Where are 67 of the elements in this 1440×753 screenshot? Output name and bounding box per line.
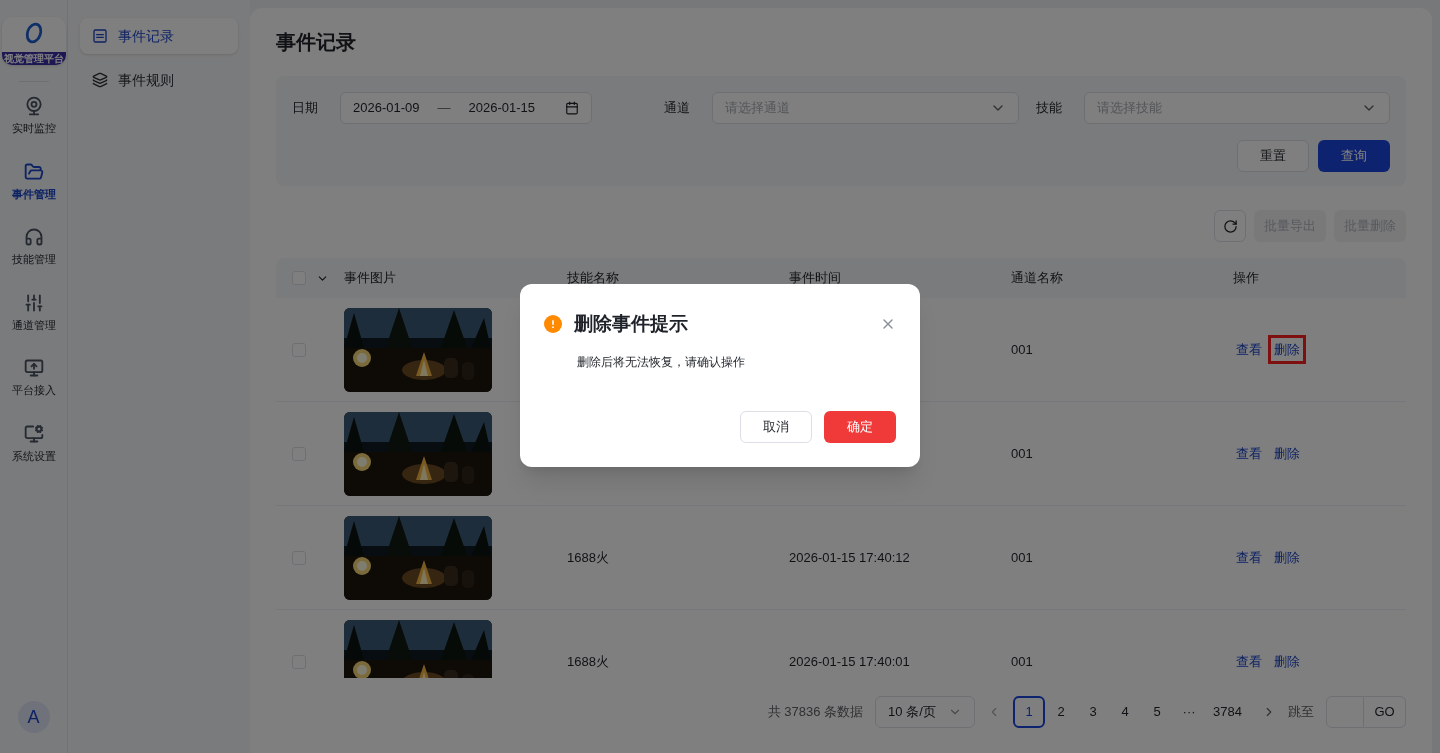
channel-name: 001: [1011, 445, 1033, 461]
start-date: 2026-01-09: [353, 99, 420, 118]
user-avatar[interactable]: A: [17, 701, 50, 733]
channel-label: 通道: [664, 99, 691, 118]
page-number[interactable]: 4: [1109, 696, 1142, 728]
total-count: 共 37836 条数据: [767, 703, 864, 722]
action-link[interactable]: 查看: [1233, 337, 1265, 362]
dialog-message: 删除后将无法恢复，请确认操作: [577, 353, 746, 371]
warning-icon: [544, 315, 562, 334]
column-header: 通道名称: [1011, 270, 1063, 286]
action-link[interactable]: 查看: [1233, 545, 1265, 570]
cancel-button[interactable]: 取消: [740, 411, 812, 443]
refresh-button[interactable]: [1214, 210, 1246, 242]
dialog-title: 删除事件提示: [574, 312, 688, 336]
column-header: 操作: [1233, 270, 1259, 286]
page-number[interactable]: 2: [1045, 696, 1078, 728]
column-header: 事件图片: [344, 270, 396, 286]
rail-nav-item[interactable]: 系统设置: [11, 423, 56, 464]
rail-nav-item[interactable]: 实时监控: [11, 96, 56, 137]
event-time: 2026-01-15 17:40:12: [789, 549, 910, 565]
action-link[interactable]: 删除: [1271, 545, 1303, 570]
subnav-item[interactable]: 事件记录: [80, 18, 238, 54]
event-time: 2026-01-15 17:40:01: [789, 653, 910, 669]
page-number[interactable]: 3: [1077, 696, 1110, 728]
action-link[interactable]: 查看: [1233, 441, 1265, 466]
date-separator: —: [437, 99, 451, 118]
folder-icon: [23, 161, 44, 182]
calendar-icon: [565, 101, 579, 115]
date-label: 日期: [292, 99, 319, 118]
monitor-settings-icon: [23, 423, 44, 444]
skill-name: 1688火: [567, 653, 609, 669]
headset-icon: [23, 227, 44, 247]
go-button[interactable]: GO: [1364, 696, 1406, 728]
action-link[interactable]: 删除: [1271, 649, 1303, 674]
skill-name: 1688火: [567, 549, 609, 565]
reset-button[interactable]: 重置: [1237, 140, 1309, 172]
webcam-icon: [23, 96, 44, 116]
column-header: 事件时间: [789, 270, 841, 286]
page-number[interactable]: ···: [1173, 696, 1206, 728]
page-title: 事件记录: [276, 30, 356, 55]
action-link[interactable]: 删除: [1271, 441, 1303, 466]
action-link[interactable]: 查看: [1233, 649, 1265, 674]
channel-name: 001: [1011, 341, 1033, 357]
date-range-field[interactable]: 2026-01-09 — 2026-01-15: [340, 92, 592, 124]
jump-label: 跳至: [1288, 703, 1314, 722]
query-button[interactable]: 查询: [1318, 140, 1390, 172]
rail-nav-item[interactable]: 通道管理: [11, 292, 56, 333]
logo-caption: 视觉管理平台: [1, 52, 66, 65]
confirm-button[interactable]: 确定: [824, 411, 896, 443]
list-icon: [92, 28, 108, 44]
rail-nav-item[interactable]: 平台接入: [11, 358, 56, 399]
page-number[interactable]: 3784: [1205, 696, 1250, 728]
page-size-select[interactable]: 10 条/页: [875, 696, 976, 728]
rail-nav-item[interactable]: 技能管理: [11, 227, 56, 268]
channel-name: 001: [1011, 549, 1033, 565]
column-header: 技能名称: [567, 270, 619, 286]
page-number[interactable]: 1: [1013, 696, 1046, 728]
channel-name: 001: [1011, 653, 1033, 669]
page-number[interactable]: 5: [1141, 696, 1174, 728]
skill-label: 技能: [1036, 99, 1063, 118]
monitor-arrow-icon: [23, 358, 44, 378]
sliders-icon: [23, 292, 44, 313]
refresh-icon: [1222, 218, 1238, 234]
subnav-item[interactable]: 事件规则: [80, 62, 238, 98]
rail-nav-item[interactable]: 事件管理: [11, 161, 56, 202]
end-date: 2026-01-15: [468, 99, 535, 118]
layers-icon: [92, 72, 108, 88]
